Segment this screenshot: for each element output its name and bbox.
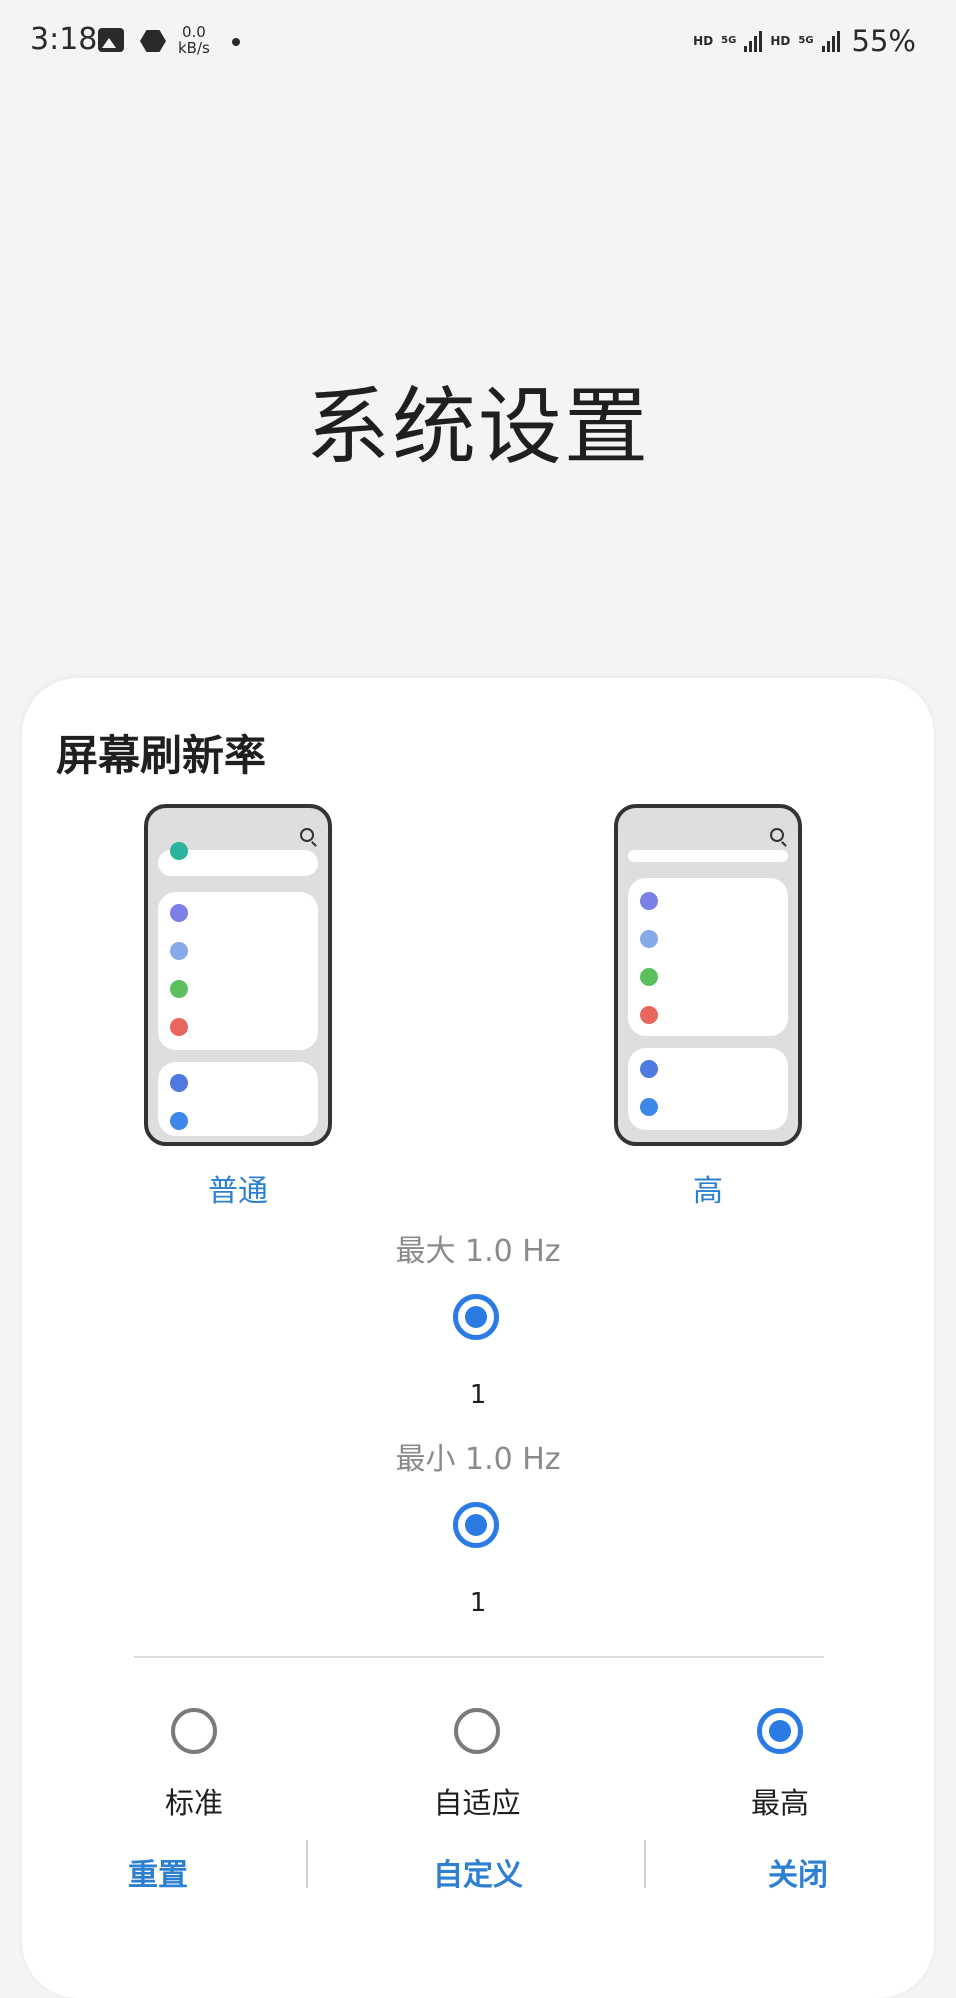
network-type-1: 5G bbox=[721, 35, 737, 46]
option-adaptive-label: 自适应 bbox=[433, 1786, 521, 1820]
action-bar: 重置 自定义 关闭 bbox=[22, 1840, 934, 1900]
red-dot-icon bbox=[640, 1006, 658, 1024]
sheet-title: 屏幕刷新率 bbox=[56, 731, 267, 780]
mode-label-high[interactable]: 高 bbox=[608, 1166, 808, 1210]
network-speed-value: 0.0 bbox=[182, 23, 206, 41]
option-adaptive[interactable]: 自适应 bbox=[377, 1708, 577, 1822]
status-right: HD 5G HD 5G 55% bbox=[693, 24, 916, 58]
battery-level: 55% bbox=[851, 24, 916, 58]
preview-card bbox=[628, 878, 788, 1036]
red-dot-icon bbox=[170, 1018, 188, 1036]
divider bbox=[134, 1656, 824, 1658]
purple-dot-icon bbox=[640, 892, 658, 910]
preview-card bbox=[628, 1048, 788, 1130]
lightblue-dot-icon bbox=[640, 930, 658, 948]
blue-dot-icon bbox=[640, 1098, 658, 1116]
preview-card bbox=[158, 842, 318, 876]
preview-card bbox=[158, 1062, 318, 1136]
purple-dot-icon bbox=[170, 904, 188, 922]
option-highest[interactable]: 最高 bbox=[680, 1708, 880, 1822]
close-button[interactable]: 关闭 bbox=[698, 1850, 898, 1894]
max-hz-value: 1 bbox=[469, 1380, 487, 1410]
high-mode-preview[interactable] bbox=[614, 804, 802, 1146]
max-hz-label: 最大 1.0 Hz bbox=[395, 1234, 561, 1269]
radio-standard[interactable] bbox=[171, 1708, 217, 1754]
page-title: 系统设置 bbox=[305, 378, 650, 476]
green-dot-icon bbox=[640, 968, 658, 986]
teal-dot-icon bbox=[170, 842, 188, 860]
notification-dot-icon bbox=[232, 38, 240, 46]
option-standard[interactable]: 标准 bbox=[94, 1708, 294, 1822]
network-speed-unit: kB/s bbox=[178, 39, 210, 57]
hd-badge-2: HD bbox=[770, 34, 791, 48]
blue-dot-icon bbox=[170, 1074, 188, 1092]
preview-card bbox=[158, 892, 318, 1050]
status-time: 3:18 bbox=[30, 22, 98, 57]
normal-mode-preview[interactable] bbox=[144, 804, 332, 1146]
status-bar: 3:18 0.0 kB/s HD 5G HD 5G 55% bbox=[0, 0, 956, 86]
reset-button[interactable]: 重置 bbox=[58, 1850, 258, 1894]
gallery-icon bbox=[98, 28, 124, 52]
signal-icon-1 bbox=[744, 30, 763, 52]
blue-dot-icon bbox=[640, 1060, 658, 1078]
radio-highest[interactable] bbox=[757, 1708, 803, 1754]
min-hz-radio[interactable] bbox=[453, 1502, 499, 1548]
action-separator bbox=[644, 1840, 646, 1888]
mode-label-normal[interactable]: 普通 bbox=[138, 1166, 338, 1210]
min-hz-value: 1 bbox=[469, 1588, 487, 1618]
app-hexagon-icon bbox=[140, 30, 166, 52]
option-highest-label: 最高 bbox=[750, 1786, 809, 1820]
hd-badge-1: HD bbox=[693, 34, 714, 48]
network-type-2: 5G bbox=[798, 35, 814, 46]
blue-dot-icon bbox=[170, 1112, 188, 1130]
preview-card bbox=[628, 850, 788, 862]
option-standard-label: 标准 bbox=[164, 1786, 223, 1820]
max-hz-radio[interactable] bbox=[453, 1294, 499, 1340]
refresh-rate-sheet: 屏幕刷新率 普通 高 最大 1.0 Hz 1 最小 1.0 Hz 1 标准 自适… bbox=[22, 678, 934, 1998]
min-hz-label: 最小 1.0 Hz bbox=[395, 1442, 561, 1477]
green-dot-icon bbox=[170, 980, 188, 998]
lightblue-dot-icon bbox=[170, 942, 188, 960]
network-speed: 0.0 kB/s bbox=[178, 24, 210, 56]
custom-button[interactable]: 自定义 bbox=[378, 1850, 578, 1894]
signal-icon-2 bbox=[821, 30, 840, 52]
search-icon bbox=[300, 828, 314, 842]
radio-adaptive[interactable] bbox=[454, 1708, 500, 1754]
action-separator bbox=[306, 1840, 308, 1888]
search-icon bbox=[770, 828, 784, 842]
